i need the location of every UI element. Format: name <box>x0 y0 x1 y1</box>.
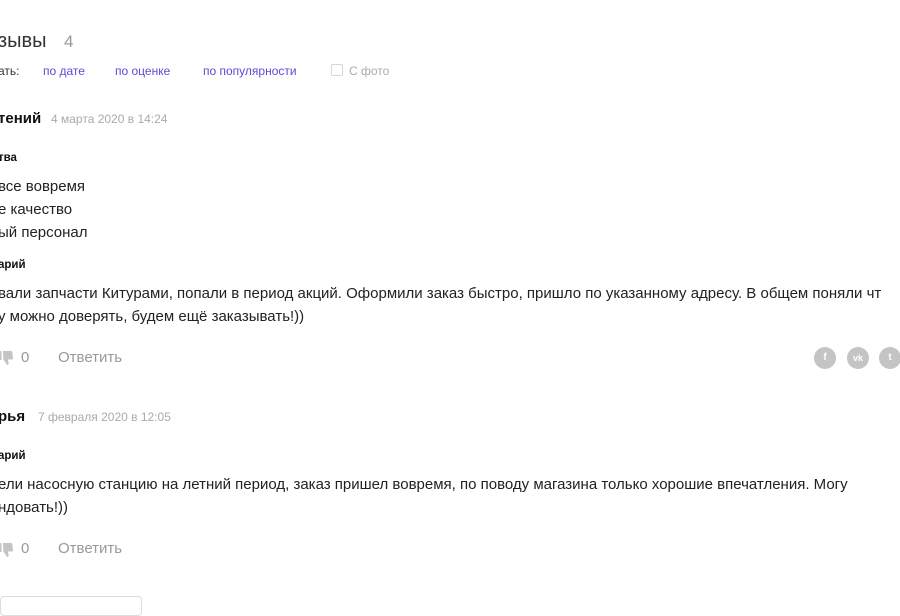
review-author: тений <box>0 110 42 127</box>
facebook-icon[interactable]: f <box>814 347 836 369</box>
review-date: 7 февраля 2020 в 12:05 <box>38 410 171 424</box>
reply-button[interactable]: Ответить <box>58 349 122 366</box>
with-photo-checkbox[interactable] <box>331 64 343 76</box>
thumbs-down-icon[interactable] <box>0 542 14 558</box>
twitter-icon[interactable]: t <box>879 347 900 369</box>
reviews-title: зывы <box>0 30 47 52</box>
review-comment-line: у можно доверять, будем ещё заказывать!)… <box>0 308 305 325</box>
review-comment-title: арий <box>0 259 26 271</box>
reviews-count: 4 <box>64 32 74 51</box>
more-reviews-button[interactable] <box>0 596 142 616</box>
vote-count: 0 <box>21 540 30 557</box>
sort-by-date-link[interactable]: по дате <box>43 64 85 78</box>
with-photo-label: С фото <box>349 64 390 78</box>
review-comment-title: арий <box>0 450 26 462</box>
review-date: 4 марта 2020 в 14:24 <box>51 112 168 126</box>
review-pros-item: е качество <box>0 201 73 218</box>
sort-by-rating-link[interactable]: по оценке <box>115 64 170 78</box>
reply-button[interactable]: Ответить <box>58 540 122 557</box>
sort-by-popularity-link[interactable]: по популярности <box>203 64 297 78</box>
sort-label: ать: <box>0 64 20 78</box>
review-pros-title: тва <box>0 152 17 164</box>
review-pros-item: ый персонал <box>0 224 88 241</box>
vote-count: 0 <box>21 349 30 366</box>
review-comment-line: вали запчасти Китурами, попали в период … <box>0 285 882 302</box>
review-author: рья <box>0 408 26 425</box>
review-comment-line: ндовать!)) <box>0 499 69 516</box>
vk-icon[interactable]: vk <box>847 347 869 369</box>
thumbs-down-icon[interactable] <box>0 350 14 366</box>
review-pros-item: все вовремя <box>0 178 86 195</box>
review-comment-line: ели насосную станцию на летний период, з… <box>0 476 848 493</box>
